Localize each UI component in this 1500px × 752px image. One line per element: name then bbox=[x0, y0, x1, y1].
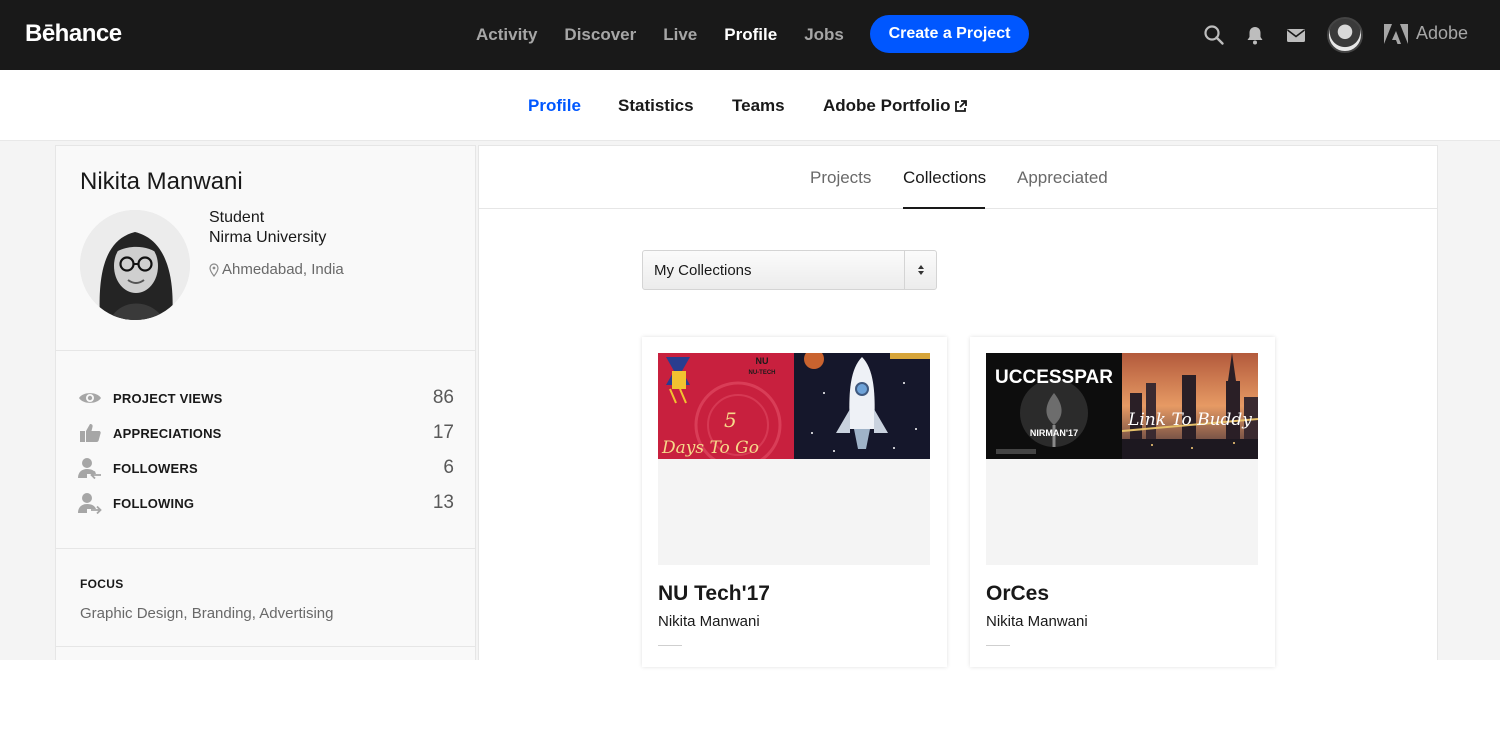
collection-owner[interactable]: Nikita Manwani bbox=[658, 613, 760, 630]
nav-activity[interactable]: Activity bbox=[476, 25, 537, 45]
thumb-text: NU bbox=[756, 356, 769, 366]
profile-name: Nikita Manwani bbox=[80, 168, 243, 195]
stat-value: 17 bbox=[432, 422, 454, 443]
thumb-text: UCCESSPAR bbox=[995, 367, 1113, 388]
create-project-button[interactable]: Create a Project bbox=[870, 15, 1029, 53]
search-icon[interactable] bbox=[1203, 24, 1225, 46]
thumbs-up-icon bbox=[78, 422, 102, 444]
divider bbox=[56, 350, 475, 351]
nav-discover[interactable]: Discover bbox=[564, 25, 636, 45]
stat-value: 13 bbox=[432, 492, 454, 513]
subnav-profile[interactable]: Profile bbox=[528, 96, 581, 116]
profile-location: Ahmedabad, India bbox=[209, 261, 344, 278]
card-divider bbox=[658, 645, 682, 646]
collection-title[interactable]: OrCes bbox=[986, 582, 1049, 606]
subnav-statistics[interactable]: Statistics bbox=[618, 96, 694, 116]
collection-cover[interactable]: UCCESSPAR NIRMAN'17 Link To Buddy bbox=[986, 353, 1258, 565]
nav-jobs[interactable]: Jobs bbox=[804, 25, 844, 45]
stat-project-views: PROJECT VIEWS 86 bbox=[78, 386, 454, 410]
cover-thumbnail bbox=[794, 353, 930, 459]
content-tabs: Projects Collections Appreciated bbox=[479, 146, 1437, 209]
subnav-teams[interactable]: Teams bbox=[732, 96, 785, 116]
stat-appreciations: APPRECIATIONS 17 bbox=[78, 421, 454, 445]
adobe-link[interactable]: Adobe bbox=[1384, 23, 1468, 44]
main-nav: Activity Discover Live Profile Jobs bbox=[476, 25, 871, 45]
stat-label: PROJECT VIEWS bbox=[113, 390, 223, 406]
stat-followers[interactable]: FOLLOWERS 6 bbox=[78, 456, 454, 480]
tab-projects[interactable]: Projects bbox=[810, 168, 871, 188]
thumb-text: NU-TECH bbox=[749, 370, 776, 376]
divider bbox=[56, 646, 475, 647]
cover-thumbnail: Link To Buddy bbox=[1122, 353, 1258, 459]
profile-location-text: Ahmedabad, India bbox=[222, 261, 344, 278]
select-arrows-icon bbox=[904, 251, 936, 289]
stat-label: APPRECIATIONS bbox=[113, 425, 222, 441]
collection-card-orces[interactable]: UCCESSPAR NIRMAN'17 Link To Buddy OrCes … bbox=[970, 337, 1275, 667]
focus-title: FOCUS bbox=[80, 577, 124, 591]
collection-cover[interactable]: NU NU-TECH 5 Days To Go bbox=[658, 353, 930, 565]
profile-sidebar: Nikita Manwani Student Nirma University … bbox=[55, 145, 476, 660]
collection-owner[interactable]: Nikita Manwani bbox=[986, 613, 1088, 630]
subnav-adobe-portfolio[interactable]: Adobe Portfolio bbox=[823, 96, 968, 116]
tab-collections[interactable]: Collections bbox=[903, 168, 986, 188]
eye-icon bbox=[78, 387, 102, 409]
stat-label: FOLLOWING bbox=[113, 495, 195, 511]
following-icon bbox=[78, 492, 102, 514]
active-tab-indicator bbox=[903, 207, 985, 209]
collection-card-nu-tech[interactable]: NU NU-TECH 5 Days To Go NU Tech'17 Nikit… bbox=[642, 337, 947, 667]
mail-icon[interactable] bbox=[1285, 24, 1307, 46]
bell-icon[interactable] bbox=[1244, 24, 1266, 46]
cover-thumbnail: UCCESSPAR NIRMAN'17 bbox=[986, 353, 1122, 459]
profile-organization: Nirma University bbox=[209, 229, 327, 246]
top-navigation-bar: Bēhance Activity Discover Live Profile J… bbox=[0, 0, 1500, 70]
behance-logo[interactable]: Bēhance bbox=[25, 20, 122, 48]
collections-select[interactable]: My Collections bbox=[642, 250, 937, 290]
profile-content: Projects Collections Appreciated My Coll… bbox=[478, 145, 1438, 667]
stat-label: FOLLOWERS bbox=[113, 460, 198, 476]
stat-value: 86 bbox=[432, 387, 454, 408]
cover-thumbnail: NU NU-TECH 5 Days To Go bbox=[658, 353, 794, 459]
profile-avatar bbox=[80, 210, 190, 320]
nav-profile[interactable]: Profile bbox=[724, 25, 777, 45]
user-avatar-icon[interactable] bbox=[1327, 17, 1363, 53]
collection-title[interactable]: NU Tech'17 bbox=[658, 582, 770, 606]
adobe-label: Adobe bbox=[1416, 23, 1469, 43]
tab-appreciated[interactable]: Appreciated bbox=[1017, 168, 1108, 188]
adobe-logo-icon bbox=[1384, 23, 1408, 44]
location-pin-icon bbox=[209, 262, 219, 277]
external-link-icon bbox=[955, 99, 968, 112]
card-divider bbox=[986, 645, 1010, 646]
profile-occupation: Student bbox=[209, 209, 265, 226]
nav-live[interactable]: Live bbox=[663, 25, 697, 45]
stat-following[interactable]: FOLLOWING 13 bbox=[78, 491, 454, 515]
thumb-text: 5 bbox=[724, 408, 737, 432]
divider bbox=[56, 548, 475, 549]
stat-value: 6 bbox=[443, 457, 454, 478]
thumb-text: Days To Go bbox=[661, 438, 759, 458]
focus-value: Graphic Design, Branding, Advertising bbox=[80, 605, 334, 622]
collections-select-value: My Collections bbox=[654, 261, 752, 279]
followers-icon bbox=[78, 457, 102, 479]
thumb-text: NIRMAN'17 bbox=[1030, 428, 1078, 438]
profile-subnav: Profile Statistics Teams Adobe Portfolio bbox=[0, 70, 1500, 141]
subnav-adobe-portfolio-label: Adobe Portfolio bbox=[823, 96, 951, 115]
thumb-text: Link To Buddy bbox=[1127, 410, 1252, 430]
